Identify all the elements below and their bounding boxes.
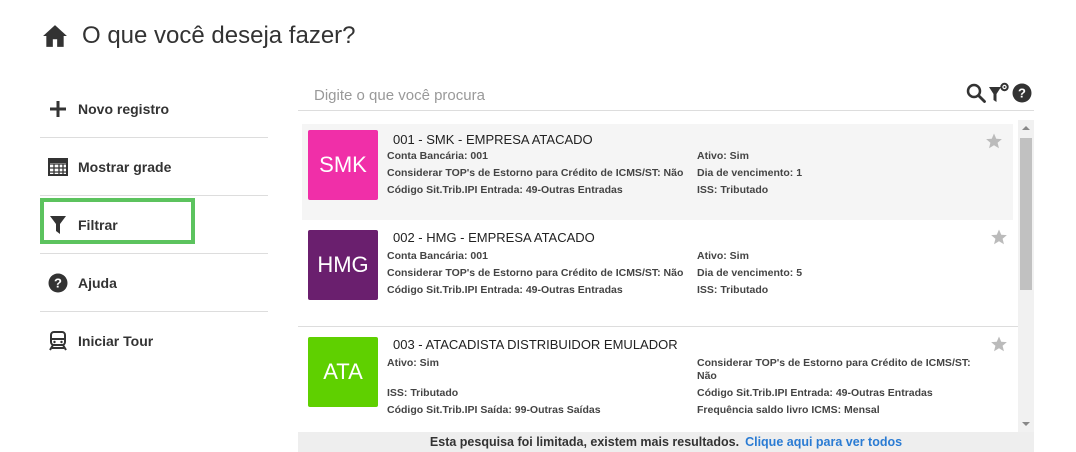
- field: ISS: Tributado: [697, 284, 769, 296]
- field: ISS: Tributado: [387, 387, 459, 399]
- field: Considerar TOP's de Estorno para Crédito…: [387, 167, 684, 179]
- field: Ativo: Sim: [697, 150, 749, 162]
- record-name: 003 - ATACADISTA DISTRIBUIDOR EMULADOR: [393, 337, 678, 352]
- sidebar-item-mostrar-grade[interactable]: Mostrar grade: [40, 138, 268, 196]
- search-tools: ?: [964, 82, 1032, 104]
- field: Ativo: Sim: [697, 250, 749, 262]
- scroll-down-icon[interactable]: [1022, 422, 1030, 426]
- list-item[interactable]: ATA 003 - ATACADISTA DISTRIBUIDOR EMULAD…: [298, 327, 1018, 432]
- list-item[interactable]: SMK 001 - SMK - EMPRESA ATACADO Conta Ba…: [302, 124, 1013, 220]
- page-title: O que você deseja fazer?: [82, 22, 356, 49]
- field: Considerar TOP's de Estorno para Crédito…: [697, 357, 971, 382]
- record-fields: Ativo: Sim Considerar TOP's de Estorno p…: [387, 357, 987, 421]
- filter-settings-icon[interactable]: [988, 82, 1010, 104]
- field: Considerar TOP's de Estorno para Crédito…: [387, 267, 684, 279]
- sidebar: Novo registro Mostrar grade Filtrar ? Aj…: [40, 80, 268, 370]
- results-limited-message: Esta pesquisa foi limitada, existem mais…: [429, 435, 740, 449]
- field: Conta Bancária: 001: [387, 250, 488, 262]
- field: Código Sit.Trib.IPI Entrada: 49-Outras E…: [697, 387, 933, 399]
- record-name: 002 - HMG - EMPRESA ATACADO: [393, 230, 595, 245]
- list-item[interactable]: HMG 002 - HMG - EMPRESA ATACADO Conta Ba…: [298, 220, 1018, 327]
- field: Dia de vencimento: 5: [697, 267, 803, 279]
- sidebar-item-label: Filtrar: [78, 216, 118, 233]
- record-fields: Conta Bancária: 001 Ativo: Sim Considera…: [387, 250, 987, 301]
- company-logo: ATA: [308, 337, 378, 407]
- grid-icon: [48, 157, 68, 177]
- field: Dia de vencimento: 1: [697, 167, 803, 179]
- see-all-link[interactable]: Clique aqui para ver todos: [745, 435, 902, 449]
- record-fields: Conta Bancária: 001 Ativo: Sim Considera…: [387, 150, 987, 201]
- sidebar-item-label: Novo registro: [78, 100, 170, 117]
- svg-text:?: ?: [54, 275, 62, 290]
- sidebar-item-novo-registro[interactable]: Novo registro: [40, 80, 268, 138]
- search-icon[interactable]: [966, 83, 986, 103]
- search-bar: ?: [298, 80, 1034, 111]
- sidebar-item-iniciar-tour[interactable]: Iniciar Tour: [40, 312, 268, 370]
- star-icon[interactable]: [985, 132, 1003, 155]
- search-input[interactable]: [312, 86, 916, 105]
- record-list: SMK 001 - SMK - EMPRESA ATACADO Conta Ba…: [298, 120, 1018, 432]
- help-icon[interactable]: ?: [1012, 83, 1032, 103]
- home-icon[interactable]: [42, 23, 68, 49]
- star-icon[interactable]: [990, 335, 1008, 358]
- scroll-up-icon[interactable]: [1022, 126, 1030, 130]
- help-icon: ?: [48, 273, 68, 293]
- sidebar-item-label: Iniciar Tour: [78, 333, 154, 349]
- field: Código Sit.Trib.IPI Saída: 99-Outras Saí…: [387, 404, 601, 416]
- field: ISS: Tributado: [697, 184, 769, 196]
- list-scrollbar[interactable]: [1018, 120, 1034, 432]
- field: Frequência saldo livro ICMS: Mensal: [697, 404, 880, 416]
- scrollbar-thumb[interactable]: [1020, 138, 1032, 290]
- filter-icon: [48, 215, 68, 235]
- field: Conta Bancária: 001: [387, 150, 488, 162]
- sidebar-item-ajuda[interactable]: ? Ajuda: [40, 254, 268, 312]
- field: Código Sit.Trib.IPI Entrada: 49-Outras E…: [387, 284, 623, 296]
- train-icon: [48, 331, 68, 351]
- page-header: O que você deseja fazer?: [42, 22, 356, 50]
- company-logo: SMK: [308, 130, 378, 200]
- sidebar-item-filtrar[interactable]: Filtrar: [40, 196, 268, 254]
- svg-text:?: ?: [1018, 86, 1026, 101]
- star-icon[interactable]: [990, 228, 1008, 251]
- plus-icon: [48, 99, 68, 119]
- record-name: 001 - SMK - EMPRESA ATACADO: [393, 132, 593, 147]
- company-logo: HMG: [308, 230, 378, 300]
- sidebar-item-label: Ajuda: [78, 274, 117, 291]
- sidebar-item-label: Mostrar grade: [78, 158, 172, 175]
- field: Ativo: Sim: [387, 357, 439, 369]
- field: Código Sit.Trib.IPI Entrada: 49-Outras E…: [387, 184, 623, 196]
- results-limited-bar: Esta pesquisa foi limitada, existem mais…: [298, 432, 1034, 452]
